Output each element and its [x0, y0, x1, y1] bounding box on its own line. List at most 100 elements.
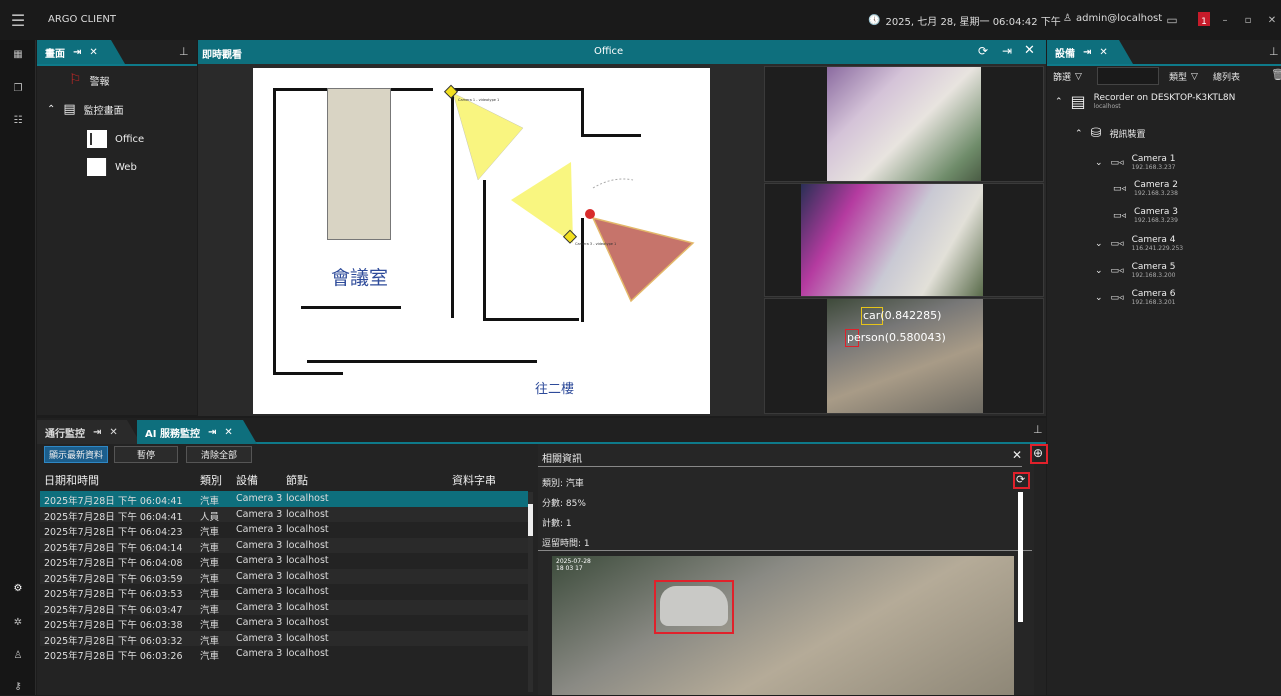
table-row[interactable]: 2025年7月28日 下午 06:03:53 汽車 Camera 3 localhos… [40, 584, 528, 600]
list-icon[interactable]: ☷ [8, 110, 28, 130]
row-cat: 汽車 [200, 589, 220, 600]
table-row[interactable]: 2025年7月28日 下午 06:03:38 汽車 Camera 3 localhos… [40, 615, 528, 631]
device-camera-3[interactable]: ▭◃ Camera 3 192.168.3.239 [1113, 207, 1178, 224]
minimize-icon[interactable]: – [1215, 10, 1235, 30]
tree-item-office[interactable]: Office [87, 130, 144, 148]
table-row[interactable]: 2025年7月28日 下午 06:03:59 汽車 Camera 3 localhos… [40, 568, 528, 585]
row-dt: 2025年7月28日 下午 06:03:59 [44, 573, 183, 585]
video-device-group[interactable]: ⌃ ⛁ 視訊裝置 [1075, 126, 1145, 141]
globe-icon[interactable]: ⊕ [1033, 446, 1043, 460]
table-row[interactable]: 2025年7月28日 下午 06:04:08 汽車 Camera 3 localhos… [40, 553, 528, 569]
table-header: 日期和時間 類別 設備 節點 資料字串 [44, 474, 496, 487]
tab-access-monitor[interactable]: 通行監控 ⇥ ✕ [37, 420, 141, 444]
camera-tile-1[interactable] [764, 66, 1044, 182]
replay-icon[interactable]: ⟳ [1016, 473, 1025, 486]
device-camera-1[interactable]: ⌄ ▭◃ Camera 1 192.168.3.237 [1095, 154, 1175, 171]
alarm-icon: ⚐ [69, 72, 82, 88]
table-row[interactable]: 2025年7月28日 下午 06:03:32 汽車 Camera 3 localhos… [40, 630, 528, 647]
snapshot-image[interactable]: 2025-07-28 18 03 17 [552, 556, 1014, 695]
close-icon[interactable]: ✕ [1024, 43, 1035, 58]
tab-close-icon[interactable]: ✕ [109, 427, 117, 438]
camera1-fov [452, 92, 524, 181]
tree-item-web[interactable]: Web [87, 158, 137, 176]
camera-3-feed: car(0.842285) person(0.580043) [827, 299, 983, 413]
camera-tile-2[interactable] [764, 183, 1044, 297]
popout-icon[interactable]: ⇥ [208, 427, 216, 438]
hamburger-menu-icon[interactable]: ☰ [8, 10, 28, 30]
device-camera-6[interactable]: ⌄ ▭◃ Camera 6 192.168.3.201 [1095, 289, 1175, 306]
video-device-icon: ⛁ [1090, 126, 1102, 141]
tree-item-alarm[interactable]: ⚐ 警報 [69, 72, 110, 88]
user-display[interactable]: ♙ admin@localhost [1063, 13, 1162, 24]
expand-chevron-icon[interactable]: ⌄ [1095, 239, 1103, 249]
collapse-chevron-icon[interactable]: ⌃ [1055, 97, 1063, 107]
show-latest-button[interactable]: 顯示最新資料 [44, 446, 108, 463]
row-node: localhost [286, 539, 329, 551]
table-row[interactable]: 2025年7月28日 下午 06:03:26 汽車 Camera 3 localhos… [40, 646, 528, 662]
table-row[interactable]: 2025年7月28日 下午 06:03:47 汽車 Camera 3 localhos… [40, 599, 528, 616]
table-row[interactable]: 2025年7月28日 下午 06:04:41 汽車 Camera 3 localhos… [40, 491, 528, 507]
expand-chevron-icon[interactable]: ⌄ [1095, 266, 1103, 276]
tab-devices[interactable]: 設備 ⇥ ✕ [1047, 40, 1133, 64]
pin-icon[interactable]: ⊥ [1269, 45, 1279, 58]
collapse-chevron-icon[interactable]: ⌃ [1075, 129, 1083, 139]
row-dt: 2025年7月28日 下午 06:04:23 [44, 527, 183, 538]
pin-icon[interactable]: ⊥ [179, 45, 189, 58]
list-view-toggle[interactable]: 總列表 [1213, 70, 1240, 83]
row-dt: 2025年7月28日 下午 06:03:47 [44, 604, 183, 616]
popout-icon[interactable]: ⇥ [93, 427, 101, 438]
device-camera-4[interactable]: ⌄ ▭◃ Camera 4 116.241.229.253 [1095, 235, 1183, 252]
account-icon[interactable]: ♙ [8, 645, 28, 665]
pause-button[interactable]: 暫停 [114, 446, 178, 463]
filter-icon: ▽ [1191, 71, 1198, 82]
table-row[interactable]: 2025年7月28日 下午 06:04:41 人員 Camera 3 localhos… [40, 506, 528, 523]
device-camera-2[interactable]: ▭◃ Camera 2 192.168.3.238 [1113, 180, 1178, 197]
expand-chevron-icon[interactable]: ⌄ [1095, 158, 1103, 168]
table-row[interactable]: 2025年7月28日 下午 06:04:14 汽車 Camera 3 localhos… [40, 537, 528, 554]
delete-icon[interactable]: 🗑 [1271, 68, 1281, 81]
recorder-node[interactable]: ⌃ ▤ Recorder on DESKTOP-K3KTL8N localhost [1055, 92, 1235, 111]
table-scrollbar[interactable] [528, 492, 533, 692]
popout-icon[interactable]: ⇥ [1002, 44, 1012, 58]
type-filter[interactable]: 類型 ▽ [1169, 70, 1198, 84]
notification-badge[interactable]: 1 [1198, 12, 1210, 27]
row-node: localhost [286, 555, 329, 566]
gear-icon[interactable]: ✲ [8, 612, 28, 632]
popout-icon[interactable]: ⇥ [1083, 47, 1091, 58]
pin-icon[interactable]: ⊥ [1033, 423, 1043, 436]
popout-icon[interactable]: ⇥ [73, 47, 81, 58]
settings-icon[interactable]: ⚙ [8, 578, 28, 598]
info-category: 類別: 汽車 [542, 479, 584, 489]
refresh-icon[interactable]: ⟳ [978, 44, 988, 58]
table-row[interactable]: 2025年7月28日 下午 06:04:23 汽車 Camera 3 localhos… [40, 522, 528, 538]
chat-icon[interactable]: ▭ [1162, 10, 1182, 30]
device-panel: 設備 ⇥ ✕ ⊥ 篩選 ▽ 類型 ▽ 總列表 🗑 ⌃ ▤ Recorder on D… [1047, 40, 1281, 695]
camera2-fov [511, 162, 573, 243]
info-scrollbar[interactable] [1018, 492, 1023, 622]
tab-close-icon[interactable]: ✕ [224, 427, 232, 438]
camera-icon: ▭◃ [1110, 157, 1124, 168]
tab-close-icon[interactable]: ✕ [1099, 47, 1107, 58]
maximize-icon[interactable]: ▫ [1238, 10, 1258, 30]
tab-close-icon[interactable]: ✕ [89, 47, 97, 58]
tab-ai-monitor[interactable]: AI 服務監控 ⇥ ✕ [137, 420, 257, 444]
floor-plan[interactable]: 會議室 往二樓 Camera 1 - videotype 1 Camera 3 … [253, 68, 710, 414]
collapse-chevron-icon[interactable]: ⌃ [47, 104, 55, 115]
windows-icon[interactable]: ❐ [8, 78, 28, 98]
filter-input[interactable] [1097, 67, 1159, 85]
camera-tile-3[interactable]: car(0.842285) person(0.580043) [764, 298, 1044, 414]
camera-1-feed [827, 67, 981, 181]
row-cat: 汽車 [200, 542, 220, 554]
clear-all-button[interactable]: 清除全部 [186, 446, 252, 463]
layout-icon[interactable]: ▦ [8, 44, 28, 64]
close-icon[interactable]: ✕ [1012, 448, 1022, 462]
filter-control[interactable]: 篩選 ▽ [1053, 70, 1082, 84]
close-icon[interactable]: ✕ [1262, 10, 1281, 30]
device-camera-5[interactable]: ⌄ ▭◃ Camera 5 192.168.3.200 [1095, 262, 1175, 279]
row-dev: Camera 3 [236, 586, 283, 597]
key-icon[interactable]: ⚷ [8, 676, 28, 696]
tree-item-monitor-group[interactable]: ⌃ ▤ 監控畫面 [47, 102, 124, 117]
expand-chevron-icon[interactable]: ⌄ [1095, 293, 1103, 303]
row-cat: 人員 [200, 511, 220, 523]
tab-screens[interactable]: 畫面 ⇥ ✕ [37, 40, 125, 64]
